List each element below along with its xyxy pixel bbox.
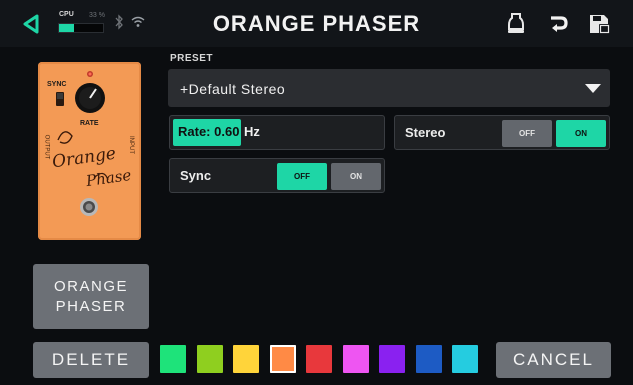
page-title: ORANGE PHASER [212, 11, 421, 36]
color-swatch[interactable] [269, 345, 296, 373]
color-swatch[interactable] [415, 345, 442, 373]
sync-off-button[interactable]: OFF [277, 163, 327, 190]
color-swatch[interactable] [452, 345, 478, 373]
preset-label: PRESET [170, 53, 214, 64]
undo-icon[interactable] [547, 11, 569, 35]
stereo-on-button[interactable]: ON [556, 120, 606, 147]
preset-value: +Default Stereo [180, 81, 286, 97]
color-swatch[interactable] [342, 345, 369, 373]
pedal-output-label: OUTPUT [43, 134, 50, 160]
color-swatch[interactable] [233, 345, 259, 373]
color-swatch[interactable] [379, 345, 405, 373]
preset-dropdown[interactable]: +Default Stereo [168, 69, 610, 107]
delete-button[interactable]: DELETE [33, 342, 149, 378]
pedal-input-label: INPUT [128, 136, 134, 154]
stereo-off-button[interactable]: OFF [502, 120, 552, 147]
model-line-1: ORANGE [53, 278, 128, 295]
rate-unit: Hz [244, 124, 260, 139]
top-bar: CPU 33 % ORANGE PHASER [0, 0, 633, 47]
pedal-rate-label: RATE [80, 120, 99, 127]
stereo-parameter: Stereo OFF ON [394, 115, 610, 150]
model-button[interactable]: ORANGE PHASER [33, 264, 149, 329]
cancel-button[interactable]: CANCEL [496, 342, 611, 378]
pedal-image: SYNC RATE OUTPUT INPUT Orange Phase [38, 62, 141, 240]
rate-value: Rate: 0.60 [178, 124, 240, 139]
sync-parameter: Sync OFF ON [169, 158, 385, 193]
sync-label: Sync [180, 168, 212, 183]
pedal-sync-label: SYNC [47, 81, 67, 88]
sync-on-button[interactable]: ON [331, 163, 381, 190]
model-line-2: PHASER [55, 298, 127, 315]
color-swatch[interactable] [196, 345, 223, 373]
color-swatch[interactable] [160, 345, 186, 373]
color-swatch[interactable] [306, 345, 332, 373]
save-icon[interactable] [588, 12, 612, 36]
chevron-down-icon [585, 84, 601, 93]
rate-parameter[interactable]: Rate: 0.60 Hz [169, 115, 385, 150]
stereo-label: Stereo [405, 125, 446, 140]
tuner-icon[interactable] [505, 11, 527, 35]
